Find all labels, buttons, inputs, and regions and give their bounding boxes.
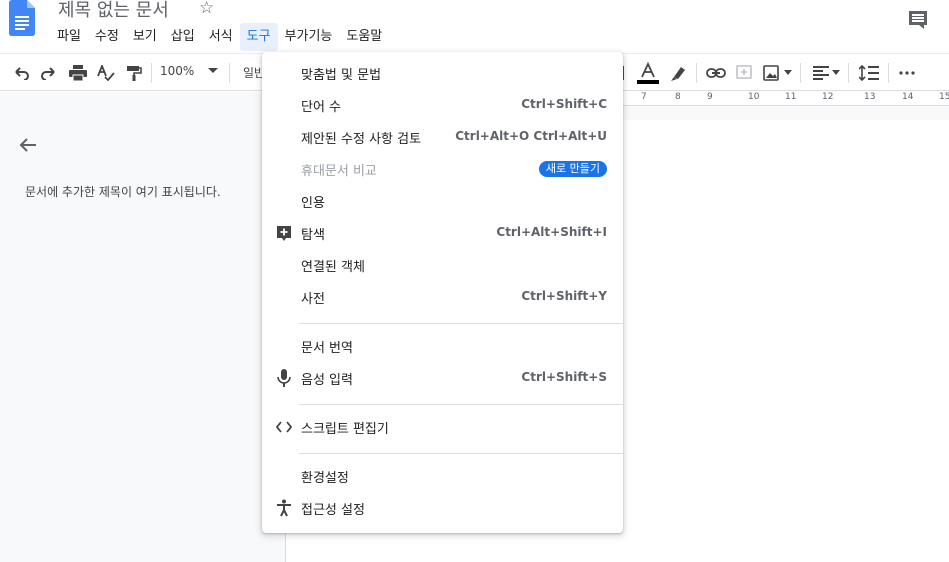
redo-icon[interactable] — [38, 54, 60, 92]
insert-image-icon[interactable] — [760, 54, 782, 92]
menu-file[interactable]: 파일 — [50, 23, 88, 51]
menu-format[interactable]: 서식 — [202, 23, 240, 51]
menu-tools[interactable]: 도구 — [239, 23, 278, 51]
zoom-select[interactable]: 100% — [160, 64, 194, 78]
outline-empty-hint: 문서에 추가한 제목이 여기 표시됩니다. — [25, 185, 221, 199]
highlight-color-icon[interactable] — [667, 54, 689, 92]
menu-edit[interactable]: 수정 — [88, 23, 126, 51]
ruler-label: 12 — [822, 92, 834, 102]
document-title[interactable]: 제목 없는 문서 — [58, 0, 169, 22]
new-badge: 새로 만들기 — [538, 161, 607, 177]
menu-item-dictionary[interactable]: 사전 Ctrl+Shift+Y — [262, 282, 623, 312]
menu-addons[interactable]: 부가기능 — [278, 23, 340, 51]
add-comment-icon[interactable] — [733, 54, 755, 92]
comment-history-icon[interactable] — [907, 10, 929, 30]
undo-icon[interactable] — [10, 54, 32, 92]
menu-item-preferences[interactable]: 환경설정 — [262, 461, 623, 491]
shortcut-text: Ctrl+Shift+C — [521, 97, 607, 111]
ruler-label: 9 — [707, 92, 713, 102]
menu-item-citations[interactable]: 인용 — [262, 186, 623, 216]
line-spacing-icon[interactable] — [857, 54, 881, 92]
code-icon — [274, 417, 294, 437]
menu-divider — [299, 323, 623, 324]
ruler-label: 13 — [864, 92, 876, 102]
menu-item-compare-documents[interactable]: 휴대문서 비교 새로 만들기 — [262, 154, 623, 184]
menu-item-explore[interactable]: 탐색 Ctrl+Alt+Shift+I — [262, 218, 623, 248]
ruler-label: 15 — [939, 92, 949, 102]
text-color-icon[interactable] — [636, 54, 660, 92]
spellcheck-icon[interactable] — [95, 54, 117, 92]
menu-item-spelling-grammar[interactable]: 맞춤법 및 문법 — [262, 58, 623, 88]
menu-item-review-suggestions[interactable]: 제안된 수정 사항 검토 Ctrl+Alt+O Ctrl+Alt+U — [262, 122, 623, 152]
tools-menu-dropdown: 맞춤법 및 문법 단어 수 Ctrl+Shift+C 제안된 수정 사항 검토 … — [262, 52, 623, 533]
menu-help[interactable]: 도움말 — [339, 23, 389, 51]
menu-item-accessibility-settings[interactable]: 접근성 설정 — [262, 493, 623, 523]
paint-format-icon[interactable] — [123, 54, 145, 92]
align-left-icon[interactable] — [810, 54, 832, 92]
back-arrow-icon[interactable] — [18, 136, 38, 154]
print-icon[interactable] — [66, 54, 90, 92]
ruler-label: 14 — [902, 92, 914, 102]
menu-item-translate-document[interactable]: 문서 번역 — [262, 331, 623, 361]
docs-app: 제목 없는 문서 ☆ 파일 수정 보기 삽입 서식 도구 부가기능 도움말 7 … — [0, 0, 949, 562]
menu-item-word-count[interactable]: 단어 수 Ctrl+Shift+C — [262, 90, 623, 120]
docs-logo-icon[interactable] — [9, 0, 35, 36]
microphone-icon — [274, 368, 294, 388]
link-icon[interactable] — [704, 54, 728, 92]
menu-item-script-editor[interactable]: 스크립트 편집기 — [262, 412, 623, 442]
menu-divider — [299, 453, 623, 454]
shortcut-text: Ctrl+Alt+Shift+I — [496, 225, 607, 239]
ruler-label: 8 — [675, 92, 681, 102]
ruler-label: 11 — [785, 92, 797, 102]
shortcut-text: Ctrl+Shift+Y — [521, 289, 607, 303]
menu-item-voice-typing[interactable]: 음성 입력 Ctrl+Shift+S — [262, 363, 623, 393]
chevron-down-icon[interactable] — [208, 68, 218, 74]
more-options-icon[interactable] — [896, 54, 918, 92]
shortcut-text: Ctrl+Shift+S — [521, 370, 607, 384]
star-icon[interactable]: ☆ — [199, 0, 214, 18]
shortcut-text: Ctrl+Alt+O Ctrl+Alt+U — [455, 129, 607, 143]
menu-divider — [299, 404, 623, 405]
menu-item-linked-objects[interactable]: 연결된 객체 — [262, 250, 623, 280]
accessibility-icon — [274, 498, 294, 518]
ruler-label: 7 — [641, 92, 647, 102]
explore-icon — [274, 223, 294, 243]
menu-insert[interactable]: 삽입 — [164, 23, 202, 51]
menu-view[interactable]: 보기 — [126, 23, 164, 51]
document-outline-panel — [0, 106, 283, 562]
menubar: 파일 수정 보기 삽입 서식 도구 부가기능 도움말 — [50, 23, 389, 51]
ruler-label: 10 — [748, 92, 760, 102]
chevron-down-icon[interactable] — [832, 70, 840, 75]
chevron-down-icon[interactable] — [784, 70, 792, 75]
